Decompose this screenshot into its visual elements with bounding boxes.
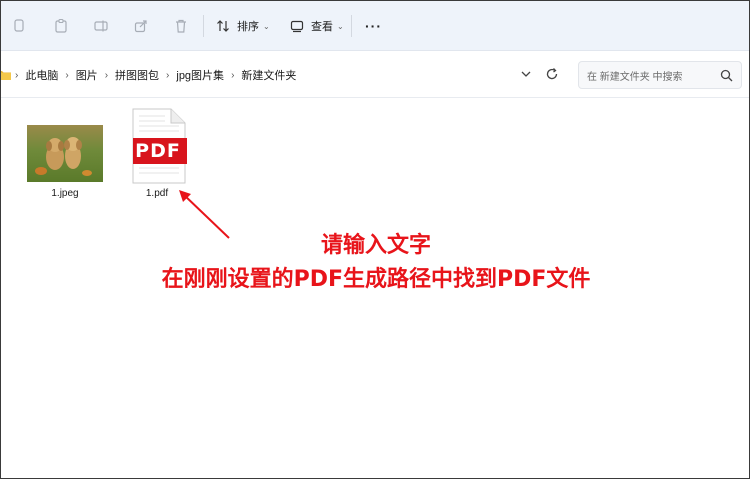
chevron-right-icon: › bbox=[166, 69, 170, 81]
search-input[interactable]: 在 新建文件夹 中搜索 bbox=[578, 61, 742, 89]
annotation-instruction: 在刚刚设置的PDF生成路径中找到PDF文件 bbox=[161, 267, 591, 292]
search-icon bbox=[720, 69, 733, 82]
clipboard-icon bbox=[55, 18, 67, 33]
paste-button[interactable] bbox=[53, 14, 69, 38]
toolbar-separator bbox=[351, 15, 352, 37]
toolbar-separator bbox=[203, 15, 204, 37]
share-icon bbox=[134, 20, 147, 33]
chevron-down-icon: ⌄ bbox=[263, 21, 270, 31]
chevron-right-icon: › bbox=[15, 69, 19, 81]
breadcrumb-item[interactable]: 拼图图包 bbox=[115, 67, 159, 83]
sort-icon bbox=[217, 20, 229, 32]
more-options-button[interactable]: ··· bbox=[365, 14, 382, 38]
explorer-window: 排序 ⌄ 查看 ⌄ ··· › 此电脑 › 图片 › 拼图图包 › jpg图片集… bbox=[0, 0, 750, 479]
annotation-title: 请输入文字 bbox=[320, 233, 431, 258]
refresh-icon[interactable] bbox=[544, 66, 560, 82]
more-icon: ··· bbox=[365, 18, 382, 34]
chevron-down-icon: ⌄ bbox=[337, 21, 344, 31]
breadcrumb-item[interactable]: jpg图片集 bbox=[176, 67, 224, 83]
trash-icon bbox=[176, 19, 186, 33]
copy-button[interactable] bbox=[11, 14, 27, 38]
address-dropdown-icon[interactable] bbox=[518, 66, 534, 82]
view-icon bbox=[290, 20, 304, 33]
sort-button[interactable]: 排序 ⌄ bbox=[215, 14, 270, 38]
sort-label: 排序 bbox=[237, 21, 259, 33]
file-item[interactable]: 1.jpeg bbox=[25, 125, 105, 199]
command-bar: 排序 ⌄ 查看 ⌄ ··· bbox=[1, 1, 749, 51]
folder-icon bbox=[1, 71, 11, 80]
rename-button[interactable] bbox=[93, 14, 109, 38]
share-button[interactable] bbox=[133, 14, 149, 38]
file-name: 1.jpeg bbox=[51, 188, 79, 199]
breadcrumb-item[interactable]: 新建文件夹 bbox=[241, 67, 296, 83]
breadcrumb-item[interactable]: 此电脑 bbox=[25, 67, 58, 83]
address-row: › 此电脑 › 图片 › 拼图图包 › jpg图片集 › 新建文件夹 在 新建文… bbox=[1, 52, 749, 98]
chevron-right-icon: › bbox=[231, 69, 235, 81]
breadcrumb-item[interactable]: 图片 bbox=[76, 67, 98, 83]
search-placeholder: 在 新建文件夹 中搜索 bbox=[587, 71, 683, 83]
view-label: 查看 bbox=[311, 21, 333, 33]
breadcrumb[interactable]: › 此电脑 › 图片 › 拼图图包 › jpg图片集 › 新建文件夹 bbox=[1, 61, 505, 89]
image-thumbnail bbox=[27, 125, 103, 182]
view-button[interactable]: 查看 ⌄ bbox=[289, 14, 344, 38]
chevron-right-icon: › bbox=[65, 69, 69, 81]
pdf-badge: PDF bbox=[135, 140, 181, 162]
chevron-right-icon: › bbox=[104, 69, 109, 81]
rename-icon bbox=[94, 20, 108, 32]
copy-icon bbox=[14, 19, 24, 32]
delete-button[interactable] bbox=[173, 14, 189, 38]
